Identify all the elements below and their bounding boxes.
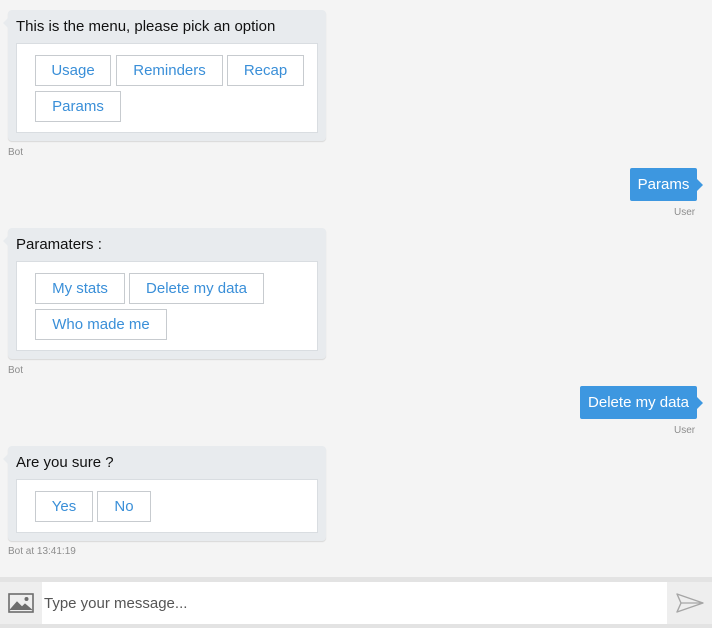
user-message: Params [630, 168, 703, 201]
image-upload-button[interactable] [0, 582, 42, 624]
user-message: Delete my data [580, 386, 703, 419]
chat-window: This is the menu, please pick an option … [0, 0, 712, 628]
quick-reply-button-who-made-me[interactable]: Who made me [35, 309, 167, 340]
message-sender-label: User [674, 425, 696, 436]
quick-reply-panel: Usage Reminders Recap Params [16, 43, 318, 133]
bot-message: Are you sure ? Yes No [3, 446, 326, 541]
bot-message-text: Are you sure ? [16, 454, 114, 471]
quick-reply-panel: Yes No [16, 479, 318, 533]
quick-reply-button-reminders[interactable]: Reminders [116, 55, 223, 86]
quick-reply-button-delete-my-data[interactable]: Delete my data [129, 273, 264, 304]
bot-message-text: Paramaters : [16, 236, 102, 253]
image-icon [8, 593, 34, 613]
message-sender-label: Bot [8, 365, 24, 376]
bot-message: Paramaters : My stats Delete my data Who… [3, 228, 326, 359]
quick-reply-button-usage[interactable]: Usage [35, 55, 111, 86]
message-sender-label: Bot [8, 147, 24, 158]
bot-message-text: This is the menu, please pick an option [16, 18, 276, 35]
message-sender-label: User [674, 207, 696, 218]
message-timestamp: Bot at 13:41:19 [8, 546, 76, 557]
quick-reply-button-no[interactable]: No [97, 491, 151, 522]
message-input[interactable] [42, 582, 667, 624]
quick-reply-panel: My stats Delete my data Who made me [16, 261, 318, 351]
send-button[interactable] [667, 582, 712, 624]
quick-reply-button-my-stats[interactable]: My stats [35, 273, 125, 304]
quick-reply-button-recap[interactable]: Recap [227, 55, 304, 86]
message-composer [0, 577, 712, 628]
send-icon [675, 593, 704, 613]
quick-reply-button-yes[interactable]: Yes [35, 491, 93, 522]
bot-message: This is the menu, please pick an option … [3, 10, 326, 141]
quick-reply-button-params[interactable]: Params [35, 91, 121, 122]
